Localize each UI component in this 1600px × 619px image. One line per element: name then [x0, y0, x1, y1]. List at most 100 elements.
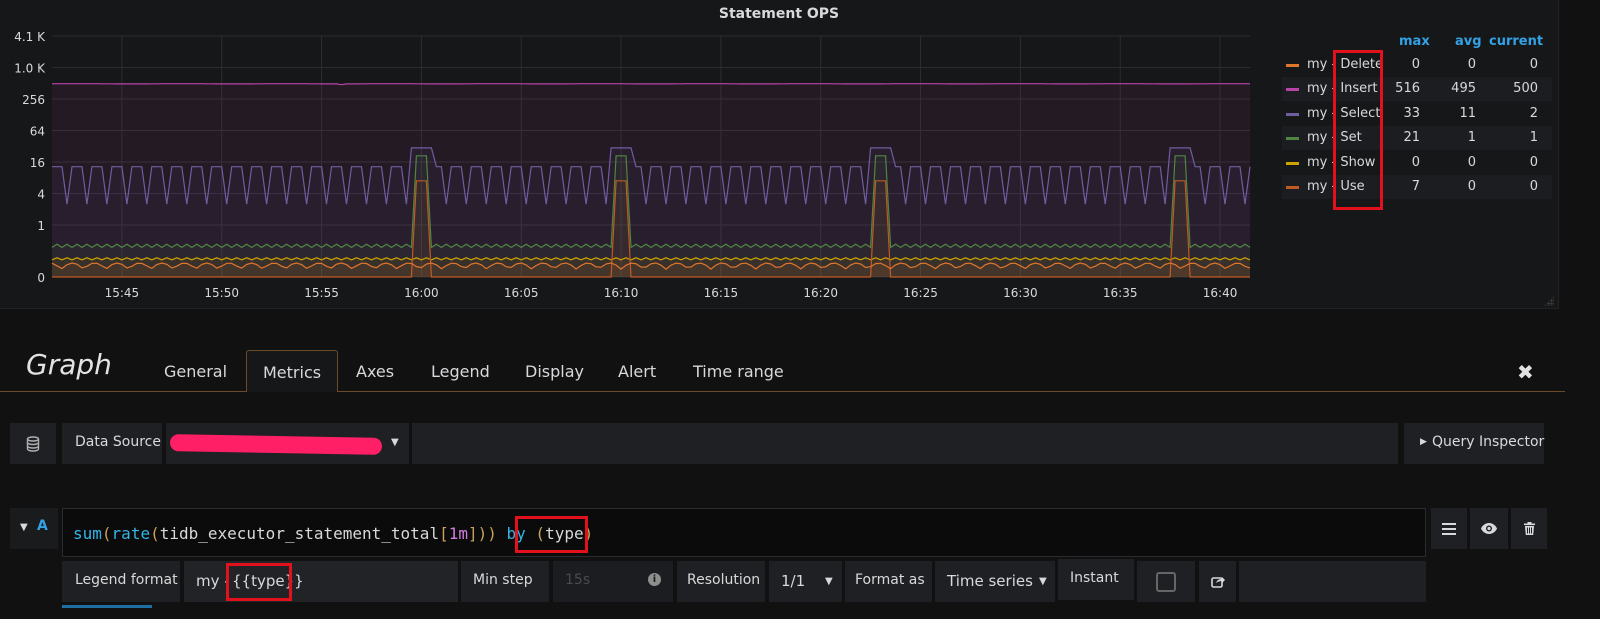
- query-token-paren: (: [150, 524, 160, 543]
- chevron-down-icon: ▼: [825, 576, 833, 587]
- legend-row[interactable]: my - Select 33 11 2: [1282, 102, 1552, 126]
- format-as-label-box: Format as: [845, 561, 932, 602]
- y-tick-label: 16: [30, 156, 45, 170]
- tab-axes[interactable]: Axes: [356, 362, 394, 381]
- legend-value-current: 2: [1529, 105, 1538, 121]
- resolution-label-box: Resolution: [677, 561, 765, 602]
- legend-header-current[interactable]: current: [1489, 34, 1543, 49]
- y-tick-label: 1: [37, 219, 45, 233]
- x-tick-label: 16:25: [903, 286, 938, 300]
- legend-series-color-swatch[interactable]: [1286, 161, 1299, 165]
- legend-row[interactable]: my - Insert 516 495 500: [1282, 77, 1552, 102]
- legend-series-color-swatch[interactable]: [1286, 64, 1299, 67]
- query-token-fn: rate: [111, 524, 151, 543]
- database-icon: [10, 423, 56, 464]
- query-token-fn: sum: [73, 524, 102, 543]
- close-editor-icon[interactable]: ✖: [1517, 360, 1534, 384]
- legend-row[interactable]: my - Use 7 0 0: [1282, 175, 1552, 199]
- query-token-paren: (: [101, 524, 112, 543]
- tabs-underline: [0, 391, 1565, 392]
- tab-alert[interactable]: Alert: [618, 362, 656, 381]
- y-tick-label: 0: [37, 271, 45, 285]
- tab-time-range[interactable]: Time range: [693, 362, 784, 381]
- resolution-label: Resolution: [687, 572, 761, 588]
- x-tick-label: 16:35: [1103, 286, 1138, 300]
- y-tick-label: 64: [30, 125, 45, 139]
- tab-metrics[interactable]: Metrics: [246, 350, 339, 392]
- share-icon: [1210, 577, 1225, 588]
- editor-title: Graph: [26, 348, 112, 381]
- legend-value-current: 0: [1529, 154, 1538, 170]
- legend-series-color-swatch[interactable]: [1286, 112, 1299, 116]
- highlight-box-by-type: [515, 516, 588, 553]
- query-inspector-label: Query Inspector: [1432, 434, 1545, 450]
- legend-value-avg: 0: [1467, 57, 1476, 72]
- chevron-down-icon: ▼: [1039, 576, 1047, 587]
- query-token-paren: )): [477, 524, 497, 543]
- chart-svg[interactable]: 0 1 4 16 64 256 1.0 K 4.1 K 15:45 15:50 15:55 16:00…: [0, 0, 1270, 308]
- query-menu-button[interactable]: [1431, 508, 1467, 549]
- resolution-select[interactable]: 1/1 ▼: [769, 561, 842, 602]
- query-ref-id: A: [37, 518, 48, 534]
- x-tick-label: 16:30: [1003, 286, 1038, 300]
- x-tick-label: 15:55: [304, 286, 339, 300]
- tab-general[interactable]: General: [164, 362, 227, 381]
- caret-right-icon: ▶: [1420, 437, 1427, 447]
- legend-format-label-box: Legend format: [62, 561, 180, 602]
- legend-value-current: 0: [1529, 179, 1538, 194]
- legend-series-color-swatch[interactable]: [1286, 186, 1299, 189]
- datasource-select[interactable]: ▼: [166, 423, 409, 464]
- delete-query-button[interactable]: [1511, 508, 1547, 549]
- legend-series-color-swatch[interactable]: [1286, 137, 1299, 141]
- instant-checkbox[interactable]: [1156, 572, 1176, 592]
- format-as-select[interactable]: Time series ▼: [935, 561, 1055, 602]
- query-collapse-toggle[interactable]: ▼ A: [10, 508, 58, 549]
- x-tick-label: 16:20: [803, 286, 838, 300]
- legend-value-current: 1: [1529, 130, 1538, 146]
- min-step-label: Min step: [473, 572, 533, 588]
- legend-value-avg: 1: [1467, 130, 1476, 146]
- instant-label: Instant: [1070, 570, 1119, 586]
- legend-series-color-swatch[interactable]: [1286, 88, 1299, 92]
- info-icon[interactable]: i: [648, 573, 661, 586]
- instant-label-box: Instant: [1058, 559, 1134, 600]
- legend-value-avg: 0: [1467, 154, 1476, 170]
- trash-icon: [1523, 522, 1535, 535]
- datasource-redacted-value: [169, 434, 383, 455]
- x-tick-label: 16:15: [704, 286, 739, 300]
- chevron-down-icon: ▼: [391, 437, 399, 448]
- instant-checkbox-box: [1137, 561, 1195, 602]
- x-tick-label: 16:05: [504, 286, 539, 300]
- x-tick-label: 16:00: [404, 286, 439, 300]
- toggle-query-visibility-button[interactable]: [1470, 508, 1508, 549]
- y-tick-label: 1.0 K: [14, 62, 46, 76]
- query-inspector-button[interactable]: ▶ Query Inspector: [1404, 423, 1544, 464]
- legend-format-label: Legend format: [75, 572, 178, 588]
- legend-row[interactable]: my - Set 21 1 1: [1282, 126, 1552, 151]
- options-spacer: [1239, 561, 1426, 602]
- min-step-input[interactable]: 15s i: [553, 561, 673, 602]
- datasource-label-box: Data Source: [62, 423, 162, 464]
- format-as-value: Time series: [947, 572, 1033, 590]
- legend-row[interactable]: my - Show 0 0 0: [1282, 151, 1552, 175]
- legend-format-prefix: my -: [196, 572, 230, 590]
- x-tick-label: 16:10: [604, 286, 639, 300]
- legend-value-current: 0: [1529, 57, 1538, 72]
- panel-resize-handle[interactable]: [1544, 296, 1554, 306]
- query-token-metric: tidb_executor_statement_total: [159, 524, 440, 543]
- legend-header-avg[interactable]: avg: [1455, 34, 1482, 49]
- export-button[interactable]: [1199, 561, 1236, 602]
- query-expression-input[interactable]: sum(rate(tidb_executor_statement_total[1…: [62, 508, 1426, 557]
- y-tick-label: 4.1 K: [14, 30, 46, 44]
- x-tick-label: 16:40: [1203, 286, 1238, 300]
- tab-display[interactable]: Display: [525, 362, 584, 381]
- eye-icon: [1481, 523, 1497, 534]
- x-tick-label: 15:50: [204, 286, 239, 300]
- y-tick-label: 256: [22, 93, 45, 107]
- tab-legend[interactable]: Legend: [431, 362, 490, 381]
- resolution-value: 1/1: [781, 572, 806, 590]
- highlight-box-legend-names: [1333, 50, 1383, 210]
- legend-value-avg: 495: [1451, 81, 1476, 97]
- legend-row[interactable]: my - Delete 0 0 0: [1282, 53, 1552, 77]
- legend-header-max[interactable]: max: [1399, 34, 1430, 49]
